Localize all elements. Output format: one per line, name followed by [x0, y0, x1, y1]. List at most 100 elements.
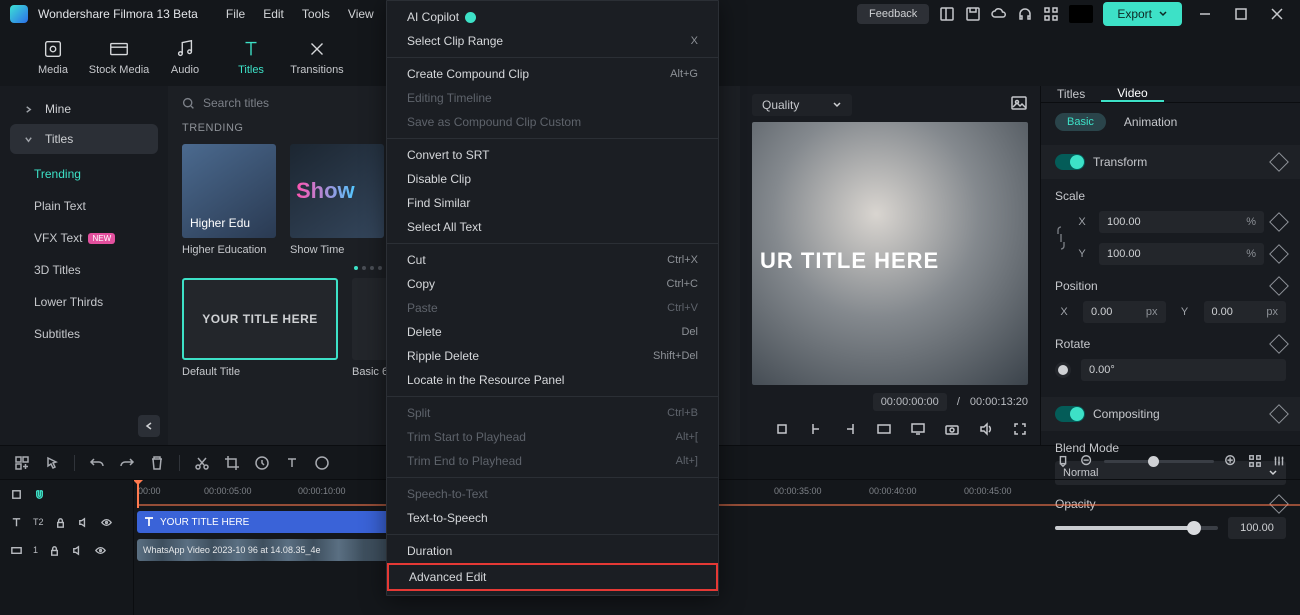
apps-icon[interactable] [1043, 6, 1059, 22]
thumb-show-time[interactable]: ShowShow Time [290, 144, 384, 256]
ctx-ai-copilot[interactable]: AI Copilot [387, 5, 718, 29]
ctx-ripple-delete[interactable]: Ripple DeleteShift+Del [387, 344, 718, 368]
zoom-out-icon[interactable] [1080, 454, 1094, 468]
subcat-subtitles[interactable]: Subtitles [10, 318, 158, 350]
ratio-icon[interactable] [876, 421, 892, 437]
delete-icon[interactable] [149, 455, 165, 471]
playhead[interactable] [137, 480, 139, 508]
mute-icon[interactable] [77, 516, 90, 529]
ctx-select-clip-range[interactable]: Select Clip RangeX [387, 29, 718, 53]
scale-x-input[interactable]: 100.00% [1099, 211, 1264, 233]
redo-icon[interactable] [119, 455, 135, 471]
eye-icon[interactable] [100, 516, 113, 529]
stop-icon[interactable] [774, 421, 790, 437]
preview-viewport[interactable]: UR TITLE HERE [752, 122, 1028, 385]
feedback-button[interactable]: Feedback [857, 4, 929, 24]
transform-toggle[interactable] [1055, 154, 1085, 170]
volume-icon[interactable] [978, 421, 994, 437]
cursor-icon[interactable] [44, 455, 60, 471]
track-header-video[interactable]: 1 [0, 536, 133, 564]
category-mine[interactable]: Mine [10, 94, 158, 124]
ctx-copy[interactable]: CopyCtrl+C [387, 272, 718, 296]
ctx-locate-in-the-resource-panel[interactable]: Locate in the Resource Panel [387, 368, 718, 392]
tab-stock-media[interactable]: Stock Media [86, 28, 152, 86]
speed-icon[interactable] [254, 455, 270, 471]
keyframe-icon[interactable] [1269, 244, 1289, 264]
ctx-select-all-text[interactable]: Select All Text [387, 215, 718, 239]
minimize-icon[interactable] [1198, 7, 1212, 21]
quality-select[interactable]: Quality [752, 94, 852, 116]
subtab-animation[interactable]: Animation [1124, 115, 1177, 129]
zoom-slider[interactable] [1104, 460, 1214, 463]
subtab-basic[interactable]: Basic [1055, 113, 1106, 131]
current-time[interactable]: 00:00:00:00 [873, 393, 947, 411]
subcat-lower-thirds[interactable]: Lower Thirds [10, 286, 158, 318]
keyframe-icon[interactable] [1269, 334, 1289, 354]
collapse-sidebar-button[interactable] [138, 415, 160, 437]
mark-out-icon[interactable] [842, 421, 858, 437]
mixer-icon[interactable] [1272, 454, 1286, 468]
add-track-icon[interactable] [14, 455, 30, 471]
mark-in-icon[interactable] [808, 421, 824, 437]
text-tool-icon[interactable] [284, 455, 300, 471]
pos-y-input[interactable]: 0.00px [1204, 301, 1287, 323]
magnet-icon[interactable] [33, 488, 46, 501]
subcat-trending[interactable]: Trending [10, 158, 158, 190]
menu-view[interactable]: View [348, 7, 374, 21]
add-icon[interactable] [10, 488, 23, 501]
carousel-dots[interactable] [182, 266, 390, 270]
thumb-higher-education[interactable]: Higher EduHigher Education [182, 144, 276, 256]
subcat-3d-titles[interactable]: 3D Titles [10, 254, 158, 286]
tab-transitions[interactable]: Transitions [284, 28, 350, 86]
ctx-cut[interactable]: CutCtrl+X [387, 248, 718, 272]
marker-icon[interactable] [1056, 454, 1070, 468]
keyframe-icon[interactable] [1269, 212, 1289, 232]
ctx-delete[interactable]: DeleteDel [387, 320, 718, 344]
video-clip[interactable]: WhatsApp Video 2023-10 96 at 14.08.35_4e [137, 539, 389, 561]
title-clip[interactable]: YOUR TITLE HERE [137, 511, 391, 533]
tab-media[interactable]: Media [20, 28, 86, 86]
close-icon[interactable] [1270, 7, 1284, 21]
keyframe-icon[interactable] [1269, 152, 1289, 172]
rotate-input[interactable]: 0.00° [1081, 359, 1286, 381]
category-titles[interactable]: Titles [10, 124, 158, 154]
color-icon[interactable] [314, 455, 330, 471]
inspector-tab-video[interactable]: Video [1101, 86, 1163, 102]
keyframe-icon[interactable] [1269, 276, 1289, 296]
view-mode-icon[interactable] [1248, 454, 1262, 468]
ctx-find-similar[interactable]: Find Similar [387, 191, 718, 215]
camera-icon[interactable] [944, 421, 960, 437]
menu-tools[interactable]: Tools [302, 7, 330, 21]
lock-icon[interactable] [54, 516, 67, 529]
ctx-create-compound-clip[interactable]: Create Compound ClipAlt+G [387, 62, 718, 86]
ctx-advanced-edit[interactable]: Advanced Edit [387, 563, 718, 591]
zoom-in-icon[interactable] [1224, 454, 1238, 468]
menu-file[interactable]: File [226, 7, 245, 21]
menu-edit[interactable]: Edit [263, 7, 284, 21]
tab-titles[interactable]: Titles [218, 28, 284, 86]
subcat-vfx-text[interactable]: VFX TextNEW [10, 222, 158, 254]
compositing-toggle[interactable] [1055, 406, 1085, 422]
scale-y-input[interactable]: 100.00% [1099, 243, 1264, 265]
maximize-icon[interactable] [1234, 7, 1248, 21]
ctx-text-to-speech[interactable]: Text-to-Speech [387, 506, 718, 530]
track-header-title[interactable]: T2 [0, 508, 133, 536]
cloud-icon[interactable] [991, 6, 1007, 22]
thumb-default-title[interactable]: YOUR TITLE HERE [182, 278, 338, 360]
eye-icon[interactable] [94, 544, 107, 557]
fullscreen-icon[interactable] [1012, 421, 1028, 437]
lock-icon[interactable] [48, 544, 61, 557]
link-icon[interactable] [1055, 224, 1067, 252]
rotate-knob[interactable] [1055, 362, 1071, 378]
ctx-convert-to-srt[interactable]: Convert to SRT [387, 143, 718, 167]
mute-icon[interactable] [71, 544, 84, 557]
snapshot-icon[interactable] [1010, 94, 1028, 112]
ctx-disable-clip[interactable]: Disable Clip [387, 167, 718, 191]
account-avatar[interactable] [1069, 5, 1093, 23]
display-icon[interactable] [910, 421, 926, 437]
inspector-tab-titles[interactable]: Titles [1041, 86, 1101, 102]
keyframe-icon[interactable] [1269, 404, 1289, 424]
export-button[interactable]: Export [1103, 2, 1182, 26]
tab-audio[interactable]: Audio [152, 28, 218, 86]
subcat-plain-text[interactable]: Plain Text [10, 190, 158, 222]
